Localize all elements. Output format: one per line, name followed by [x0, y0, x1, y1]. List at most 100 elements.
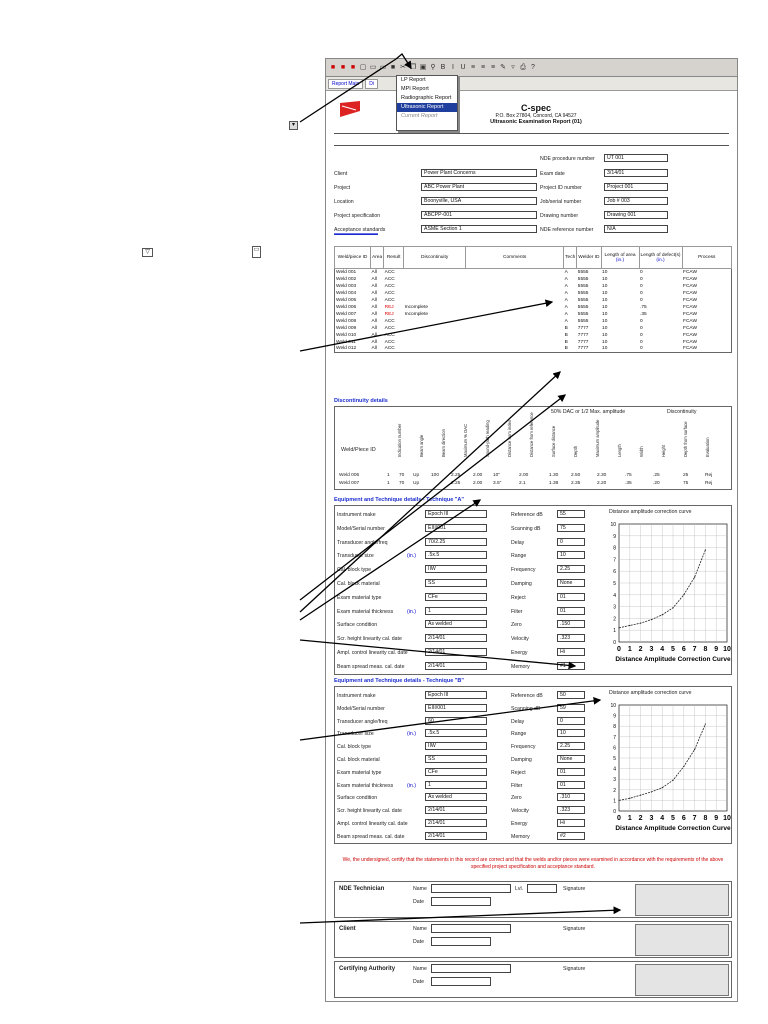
table-row[interactable]: Weld 009 All ACC B 7777 10 0 FCAW [335, 325, 732, 332]
technique-field[interactable]: As welded [425, 793, 487, 802]
table-row[interactable]: Weld 005 All ACC A 5555 10 0 FCAW [335, 297, 732, 304]
job-field[interactable]: ABC Power Plant [421, 183, 537, 191]
print-icon[interactable]: ⎙ [519, 64, 527, 72]
technique-field[interactable]: EIII/001 [425, 523, 487, 532]
technique-field[interactable]: 01 [557, 592, 585, 601]
paste-icon[interactable]: ▣ [419, 64, 427, 72]
table-row[interactable]: Weld 004 All ACC A 5555 10 0 FCAW [335, 290, 732, 297]
technique-field[interactable]: As welded [425, 620, 487, 629]
date-field[interactable] [431, 897, 491, 906]
technique-field[interactable]: .323 [557, 806, 585, 815]
name-field[interactable] [431, 964, 511, 973]
underline-icon[interactable]: U [459, 64, 467, 72]
technique-field[interactable]: 75 [557, 523, 585, 532]
tab-report-main[interactable]: Report Main [328, 78, 364, 89]
signature-pad[interactable] [635, 884, 729, 916]
job-field[interactable]: Boonyville, USA [421, 197, 537, 205]
technique-field[interactable]: Hi [557, 648, 585, 656]
bold-icon[interactable]: B [439, 64, 447, 72]
italic-icon[interactable]: I [449, 64, 457, 72]
signature-pad[interactable] [635, 924, 729, 956]
pen-icon[interactable]: ✎ [499, 64, 507, 72]
technique-field[interactable]: EIII/001 [425, 703, 487, 712]
table-row[interactable]: Weld 012 All ACC B 7777 10 0 FCAW [335, 346, 732, 353]
technique-field[interactable]: None [557, 579, 585, 587]
pdf-icon[interactable]: ■ [339, 64, 347, 72]
table-row[interactable]: Weld 011 All ACC B 7777 10 0 FCAW [335, 339, 732, 346]
job-field[interactable]: 3/14/01 [604, 169, 668, 177]
open-folder-icon[interactable]: ▭ [379, 64, 387, 72]
technique-field[interactable]: 2/14/01 [425, 831, 487, 840]
technique-field[interactable]: #2 [557, 831, 585, 840]
pdf-icon[interactable]: ■ [349, 64, 357, 72]
open-folder-icon[interactable]: ▭ [369, 64, 377, 72]
table-row[interactable]: Weld 008 All ACC A 5555 10 0 FCAW [335, 318, 732, 325]
job-field[interactable]: Power Plant Concerns [421, 169, 537, 177]
technique-field[interactable]: 01 [557, 606, 585, 615]
menu-item-current-report[interactable]: Current Report [397, 112, 457, 121]
signature-pad[interactable] [635, 964, 729, 996]
technique-field[interactable]: .150 [557, 620, 585, 629]
technique-field[interactable]: Hi [557, 819, 585, 827]
job-field[interactable]: Project 001 [604, 183, 668, 191]
job-field[interactable]: Job # 003 [604, 197, 668, 205]
technique-field[interactable]: SS [425, 579, 487, 587]
technique-field[interactable]: CFe [425, 592, 487, 601]
technique-field[interactable]: 2/14/01 [425, 648, 487, 656]
technique-field[interactable]: .310 [557, 793, 585, 802]
date-field[interactable] [431, 977, 491, 986]
technique-field[interactable]: IIW [425, 565, 487, 574]
technique-field[interactable]: #1 [557, 661, 585, 670]
technique-field[interactable]: 2/14/01 [425, 634, 487, 643]
technique-field[interactable]: 0 [557, 716, 585, 725]
technique-field[interactable]: 59 [557, 703, 585, 712]
menu-item-radiographic-report[interactable]: Radiographic Report [397, 94, 457, 103]
pdf-icon[interactable]: ■ [329, 64, 337, 72]
calendar-icon[interactable]: ▭ [252, 246, 261, 258]
job-field[interactable]: N/A [604, 225, 668, 233]
technique-field[interactable]: 70/2.25 [425, 537, 487, 546]
menu-item-mpi-report[interactable]: MPI Report [397, 85, 457, 94]
table-row[interactable]: Weld 003 All ACC A 5555 10 0 FCAW [335, 283, 732, 290]
technique-field[interactable]: IIW [425, 742, 487, 751]
technique-field[interactable]: 2/14/01 [425, 819, 487, 827]
new-report-icon[interactable]: ▢ [359, 64, 367, 72]
technique-field[interactable]: 10 [557, 729, 585, 738]
name-field[interactable] [431, 924, 511, 933]
technique-field[interactable]: 0 [557, 537, 585, 546]
cut-icon[interactable]: ✂ [399, 64, 407, 72]
technique-field[interactable]: 01 [557, 780, 585, 789]
level-field[interactable] [527, 884, 557, 893]
technique-field[interactable]: 55 [557, 510, 585, 518]
tab-di[interactable]: Di [365, 78, 378, 89]
technique-field[interactable]: Epoch III [425, 510, 487, 518]
technique-field[interactable]: .323 [557, 634, 585, 643]
date-field[interactable] [431, 937, 491, 946]
copy-icon[interactable]: ❐ [409, 64, 417, 72]
menu-item-lp-report[interactable]: LP Report [397, 76, 457, 85]
technique-field[interactable]: .5x.5 [425, 551, 487, 560]
technique-field[interactable]: None [557, 755, 585, 763]
search-icon[interactable]: ⚲ [429, 64, 437, 72]
technique-field[interactable]: 2.25 [557, 565, 585, 574]
help-icon[interactable]: ? [529, 64, 537, 72]
table-row[interactable]: Weld 007 All REJ Incomplete A 5555 10 .35 FCAW [335, 311, 732, 318]
technique-field[interactable]: SS [425, 755, 487, 763]
technique-field[interactable]: 50 [557, 691, 585, 699]
align-left-icon[interactable]: ≡ [469, 64, 477, 72]
technique-field[interactable]: Epoch III [425, 691, 487, 699]
job-field[interactable]: ASME Section 1 [421, 225, 537, 233]
technique-field[interactable]: .5x.5 [425, 729, 487, 738]
technique-field[interactable]: 1 [425, 606, 487, 615]
nde-procedure-field[interactable]: UT 001 [604, 154, 668, 162]
technique-field[interactable]: 60 [425, 716, 487, 725]
align-right-icon[interactable]: ≡ [489, 64, 497, 72]
job-field[interactable]: ABCPP-001 [421, 211, 537, 219]
technique-field[interactable]: 2/14/01 [425, 661, 487, 670]
scroll-down-control[interactable]: ▾ [289, 121, 298, 130]
filter-icon[interactable]: ▿ [509, 64, 517, 72]
job-field[interactable]: Drawing 001 [604, 211, 668, 219]
save-icon[interactable]: ■ [389, 64, 397, 72]
table-row[interactable]: Weld 006 All REJ Incomplete A 5555 10 .75 FCAW [335, 304, 732, 311]
technique-field[interactable]: 01 [557, 767, 585, 776]
